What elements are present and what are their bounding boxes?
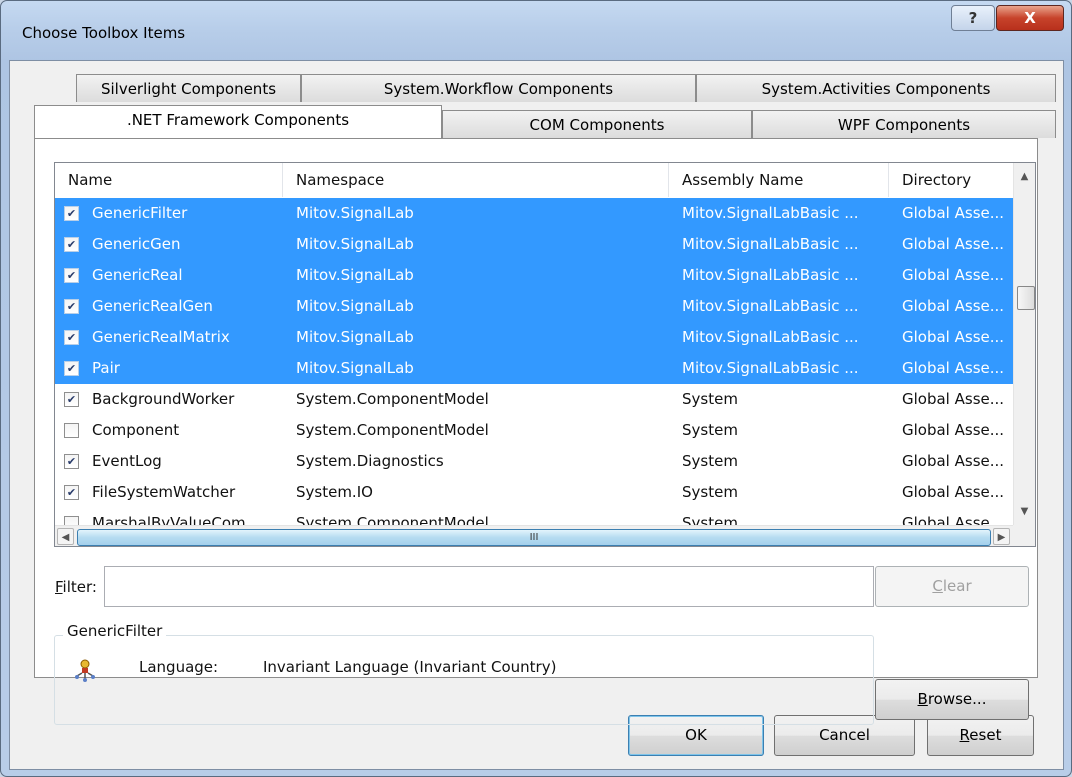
horizontal-scrollbar[interactable]: ◀ III ▶ [55, 525, 1013, 546]
cell-directory: Global Asse... [902, 297, 1005, 315]
table-row[interactable]: ✔ BackgroundWorker System.ComponentModel Sy… [55, 384, 1013, 415]
cell-namespace: Mitov.SignalLab [296, 359, 414, 377]
row-checkbox[interactable]: ✔ [64, 268, 79, 283]
cell-namespace: Mitov.SignalLab [296, 297, 414, 315]
vertical-scrollbar[interactable]: ▲ ▼ [1013, 163, 1035, 525]
cell-namespace: System.IO [296, 483, 373, 501]
tab-silverlight-components[interactable]: Silverlight Components [76, 74, 301, 102]
tab-wpf-components[interactable]: WPF Components [752, 110, 1056, 138]
row-checkbox[interactable]: ✔ [64, 454, 79, 469]
row-checkbox[interactable]: ✔ [64, 361, 79, 376]
components-list[interactable]: Name Namespace Assembly Name Directory ✔… [54, 162, 1036, 547]
tab-system-activities-components[interactable]: System.Activities Components [696, 74, 1056, 102]
close-button[interactable]: X [996, 5, 1064, 31]
cell-name: GenericRealGen [92, 297, 213, 315]
table-row[interactable]: ✔ GenericRealMatrix Mitov.SignalLab Mitov.S… [55, 322, 1013, 353]
column-header-directory[interactable]: Directory [889, 163, 1013, 197]
cell-assembly-name: System [682, 421, 738, 439]
cell-assembly-name: Mitov.SignalLabBasic ... [682, 297, 859, 315]
table-row[interactable]: ✔ GenericReal Mitov.SignalLab Mitov.SignalL… [55, 260, 1013, 291]
browse-button[interactable]: Browse... [875, 679, 1029, 720]
horizontal-scroll-thumb[interactable]: III [77, 529, 991, 546]
cell-name: EventLog [92, 452, 162, 470]
title-bar[interactable]: Choose Toolbox Items ? X [1, 1, 1071, 61]
table-row[interactable]: ✔ GenericGen Mitov.SignalLab Mitov.SignalLa… [55, 229, 1013, 260]
filter-label: Filter: [55, 578, 97, 596]
cell-directory: Global Asse... [902, 266, 1005, 284]
cell-assembly-name: Mitov.SignalLabBasic ... [682, 266, 859, 284]
table-row[interactable]: Component System.ComponentModel System Glob… [55, 415, 1013, 446]
table-row[interactable]: ✔ EventLog System.Diagnostics System Global … [55, 446, 1013, 477]
window-title: Choose Toolbox Items [22, 24, 186, 42]
tab-net-framework-components[interactable]: .NET Framework Components [34, 105, 442, 138]
help-button[interactable]: ? [951, 5, 995, 31]
language-value: Invariant Language (Invariant Country) [263, 658, 557, 676]
column-header-namespace[interactable]: Namespace [283, 163, 669, 197]
cell-assembly-name: System [682, 452, 738, 470]
table-row[interactable]: ✔ GenericFilter Mitov.SignalLab Mitov.Signa… [55, 198, 1013, 229]
cell-assembly-name: Mitov.SignalLabBasic ... [682, 359, 859, 377]
column-header-assembly-name[interactable]: Assembly Name [669, 163, 889, 197]
scroll-down-arrow-icon[interactable]: ▼ [1016, 503, 1033, 520]
scroll-left-arrow-icon[interactable]: ◀ [57, 528, 74, 545]
language-label: Language: [139, 658, 219, 676]
cell-name: GenericGen [92, 235, 181, 253]
filter-input[interactable] [104, 566, 874, 607]
row-checkbox[interactable]: ✔ [64, 206, 79, 221]
tab-system-workflow-components[interactable]: System.Workflow Components [301, 74, 696, 102]
row-checkbox[interactable]: ✔ [64, 237, 79, 252]
cell-namespace: System.Diagnostics [296, 452, 444, 470]
tab-com-components[interactable]: COM Components [442, 110, 752, 138]
cell-directory: Global Asse... [902, 235, 1005, 253]
cell-directory: Global Asse... [902, 359, 1005, 377]
row-checkbox[interactable] [64, 423, 79, 438]
cell-directory: Global Asse... [902, 483, 1005, 501]
table-row[interactable]: ✔ FileSystemWatcher System.IO System Global … [55, 477, 1013, 508]
scroll-up-arrow-icon[interactable]: ▲ [1016, 168, 1033, 185]
cell-directory: Global Asse... [902, 204, 1005, 222]
reset-button[interactable]: Reset [927, 715, 1034, 756]
cell-name: GenericRealMatrix [92, 328, 230, 346]
tab-panel: Name Namespace Assembly Name Directory ✔… [34, 138, 1038, 725]
component-icon [75, 659, 95, 682]
cell-directory: Global Asse... [902, 421, 1005, 439]
cell-directory: Global Asse... [902, 390, 1005, 408]
cell-assembly-name: System [682, 390, 738, 408]
cell-namespace: Mitov.SignalLab [296, 204, 414, 222]
column-header-row: Name Namespace Assembly Name Directory [55, 163, 1013, 197]
cell-name: Pair [92, 359, 120, 377]
vertical-scroll-thumb[interactable] [1017, 286, 1035, 310]
cell-namespace: Mitov.SignalLab [296, 235, 414, 253]
dialog-window: Choose Toolbox Items ? X Silverlight Com… [0, 0, 1072, 777]
cell-assembly-name: Mitov.SignalLabBasic ... [682, 204, 859, 222]
selected-item-title: GenericFilter [63, 622, 167, 640]
cell-directory: Global Asse... [902, 328, 1005, 346]
cell-assembly-name: Mitov.SignalLabBasic ... [682, 328, 859, 346]
cell-name: GenericFilter [92, 204, 188, 222]
cell-directory: Global Asse... [902, 452, 1005, 470]
cell-name: BackgroundWorker [92, 390, 235, 408]
cell-assembly-name: Mitov.SignalLabBasic ... [682, 235, 859, 253]
row-checkbox[interactable]: ✔ [64, 299, 79, 314]
row-checkbox[interactable]: ✔ [64, 392, 79, 407]
column-header-name[interactable]: Name [55, 163, 283, 197]
cell-namespace: Mitov.SignalLab [296, 328, 414, 346]
table-row[interactable]: ✔ GenericRealGen Mitov.SignalLab Mitov.Sign… [55, 291, 1013, 322]
row-checkbox[interactable]: ✔ [64, 330, 79, 345]
cell-name: Component [92, 421, 180, 439]
clear-button[interactable]: Clear [875, 566, 1029, 607]
dialog-client-area: Silverlight Components System.Workflow C… [9, 60, 1064, 770]
scrollbar-corner [1013, 525, 1035, 546]
table-row[interactable]: ✔ Pair Mitov.SignalLab Mitov.SignalLabBasic… [55, 353, 1013, 384]
selected-item-info-group [54, 635, 874, 725]
cell-namespace: Mitov.SignalLab [296, 266, 414, 284]
cell-namespace: System.ComponentModel [296, 390, 489, 408]
row-checkbox[interactable]: ✔ [64, 485, 79, 500]
cell-name: FileSystemWatcher [92, 483, 236, 501]
cell-name: GenericReal [92, 266, 183, 284]
scroll-right-arrow-icon[interactable]: ▶ [993, 528, 1010, 545]
cell-assembly-name: System [682, 483, 738, 501]
cell-namespace: System.ComponentModel [296, 421, 489, 439]
